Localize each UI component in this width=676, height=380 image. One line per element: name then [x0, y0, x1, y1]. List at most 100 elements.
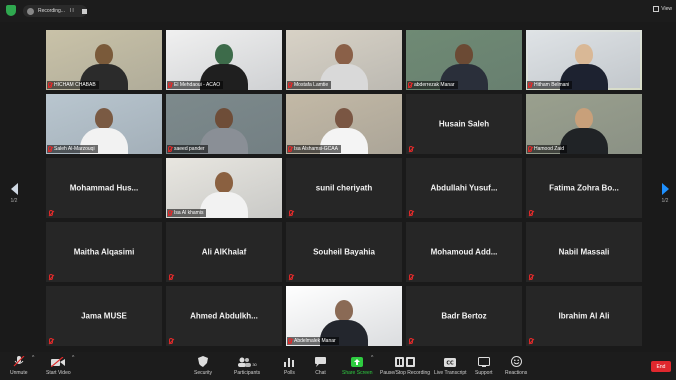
- muted-microphone-icon: [48, 146, 52, 152]
- chevron-left-icon: [10, 183, 18, 195]
- camera-off-icon: [51, 357, 66, 367]
- chat-button[interactable]: Chat: [315, 356, 326, 376]
- participant-name: Nabil Massali: [558, 247, 610, 257]
- participant-name: Fatima Zohra Bo...: [549, 183, 619, 193]
- live-transcript-button[interactable]: CC Live Transcript: [434, 356, 467, 376]
- participant-tile[interactable]: Souheil Bayahia: [286, 222, 402, 282]
- page-indicator-left: 1/2: [10, 198, 18, 204]
- muted-microphone-icon: [529, 338, 533, 344]
- polls-icon: [284, 358, 295, 367]
- participant-tile[interactable]: HICHAM CHABAB: [46, 30, 162, 90]
- participant-name: Maitha Alqasimi: [73, 247, 135, 257]
- share-screen-button[interactable]: Share Screen: [342, 356, 373, 376]
- gallery-view-icon: [653, 6, 660, 12]
- participant-tile[interactable]: Ali AlKhalaf: [166, 222, 282, 282]
- share-screen-label: Share Screen: [342, 370, 373, 376]
- participant-tile[interactable]: Hitham Belmani: [526, 30, 642, 90]
- reactions-button[interactable]: Reactions: [505, 356, 527, 376]
- participant-tile[interactable]: Jama MUSE: [46, 286, 162, 346]
- start-video-button[interactable]: Start Video: [46, 356, 71, 376]
- participant-tile[interactable]: Isa Al khamis: [166, 158, 282, 218]
- support-label: Support: [475, 370, 493, 376]
- muted-microphone-icon: [48, 82, 52, 88]
- participant-name: Ibrahim Al Ali: [558, 311, 610, 321]
- participant-tile[interactable]: El Mehdaoui - ACAO: [166, 30, 282, 90]
- participants-label: Participants: [234, 370, 261, 376]
- muted-microphone-icon: [169, 274, 173, 280]
- previous-page-button[interactable]: 1/2: [7, 183, 21, 204]
- support-button[interactable]: Support: [475, 356, 493, 376]
- participants-icon: [238, 357, 252, 367]
- cc-glyph: CC: [447, 361, 455, 367]
- muted-microphone-icon: [408, 82, 412, 88]
- polls-button[interactable]: Polls: [284, 356, 295, 376]
- participant-tile[interactable]: Maitha Alqasimi: [46, 222, 162, 282]
- participant-tile[interactable]: Mostafa Lamtie: [286, 30, 402, 90]
- view-button[interactable]: View: [653, 6, 672, 12]
- share-options-caret-icon[interactable]: ^: [371, 355, 373, 361]
- page-indicator-right: 1/2: [661, 198, 669, 204]
- participant-tile[interactable]: Ahmed Abdulkh...: [166, 286, 282, 346]
- stop-recording-button[interactable]: [82, 9, 87, 14]
- participants-button[interactable]: 30 Participants: [234, 356, 260, 376]
- participant-name: Jama MUSE: [81, 311, 127, 321]
- audio-options-caret-icon[interactable]: ^: [32, 355, 34, 361]
- meeting-top-bar: Recording... II View: [0, 0, 676, 22]
- participant-name: Mohammad Hus...: [69, 183, 139, 193]
- muted-microphone-icon: [168, 82, 172, 88]
- participant-tile[interactable]: Abdelmalek Manar: [286, 286, 402, 346]
- closed-caption-icon: CC: [444, 358, 457, 367]
- muted-microphone-icon: [288, 146, 292, 152]
- polls-label: Polls: [284, 370, 295, 376]
- participant-name-label: abderrezak Manar: [407, 81, 458, 89]
- security-shield-icon[interactable]: [6, 5, 16, 16]
- participant-name-label: Abdelmalek Manar: [287, 337, 339, 345]
- muted-microphone-icon: [49, 210, 53, 216]
- gallery-grid: HICHAM CHABAB El Mehdaoui - ACAO Mostafa L…: [46, 30, 642, 350]
- participant-tile[interactable]: sunil cheriyath: [286, 158, 402, 218]
- unmute-button[interactable]: Unmute: [10, 356, 28, 376]
- participant-tile[interactable]: Badr Bertoz: [406, 286, 522, 346]
- participant-name: Isa Alshamsi-GCAA: [294, 146, 338, 152]
- participant-name: Hitham Belmani: [534, 82, 570, 88]
- start-video-label: Start Video: [46, 370, 71, 376]
- participant-tile[interactable]: Ibrahim Al Ali: [526, 286, 642, 346]
- participant-tile[interactable]: Mohamoud Add...: [406, 222, 522, 282]
- participant-tile[interactable]: Abdullahi Yusuf...: [406, 158, 522, 218]
- participant-name-label: Hamood Zaid: [527, 145, 568, 153]
- muted-microphone-icon: [529, 210, 533, 216]
- muted-microphone-icon: [409, 274, 413, 280]
- participant-name: Ali AlKhalaf: [201, 247, 247, 257]
- video-options-caret-icon[interactable]: ^: [72, 355, 74, 361]
- muted-microphone-icon: [169, 338, 173, 344]
- meeting-toolbar: Unmute ^ Start Video ^ Security 30 Parti…: [0, 352, 676, 380]
- participant-tile[interactable]: Mohammad Hus...: [46, 158, 162, 218]
- muted-microphone-icon: [288, 338, 292, 344]
- next-page-button[interactable]: 1/2: [658, 183, 672, 204]
- view-label: View: [661, 6, 672, 12]
- chat-bubble-icon: [315, 357, 326, 367]
- security-button[interactable]: Security: [194, 356, 212, 376]
- participant-tile[interactable]: Saleh Al-Marzouqi: [46, 94, 162, 154]
- participant-tile[interactable]: Husain Saleh: [406, 94, 522, 154]
- participant-tile[interactable]: Hamood Zaid: [526, 94, 642, 154]
- reactions-label: Reactions: [505, 370, 528, 376]
- participant-tile[interactable]: Fatima Zohra Bo...: [526, 158, 642, 218]
- pause-stop-recording-button[interactable]: Pause/Stop Recording: [380, 356, 430, 376]
- muted-microphone-icon: [289, 274, 293, 280]
- participant-name: Abdelmalek Manar: [294, 338, 336, 344]
- participant-tile[interactable]: abderrezak Manar: [406, 30, 522, 90]
- participant-name: saeed pander: [174, 146, 205, 152]
- pause-stop-recording-icon: [395, 357, 416, 367]
- end-meeting-button[interactable]: End: [651, 361, 671, 372]
- participant-tile[interactable]: Nabil Massali: [526, 222, 642, 282]
- participant-tile[interactable]: saeed pander: [166, 94, 282, 154]
- reactions-smiley-icon: [510, 356, 522, 367]
- pause-recording-button[interactable]: II: [70, 8, 75, 14]
- participant-tile[interactable]: Isa Alshamsi-GCAA: [286, 94, 402, 154]
- muted-microphone-icon: [49, 274, 53, 280]
- participant-name: Ahmed Abdulkh...: [190, 311, 258, 321]
- participant-name: abderrezak Manar: [414, 82, 455, 88]
- participant-name: El Mehdaoui - ACAO: [174, 82, 221, 88]
- chevron-right-icon: [661, 183, 669, 195]
